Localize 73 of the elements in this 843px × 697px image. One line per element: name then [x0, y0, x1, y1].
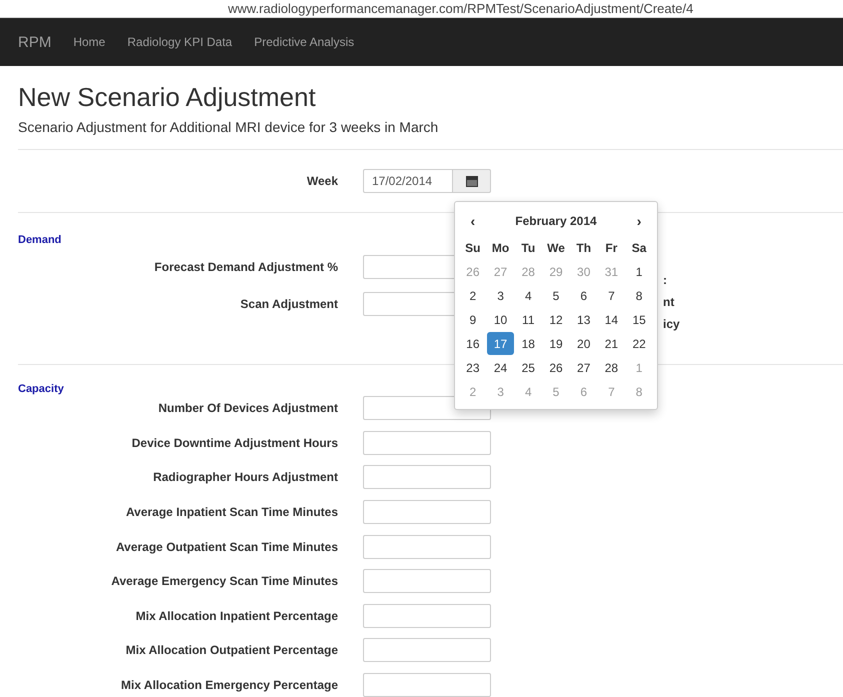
page-title: New Scenario Adjustment — [18, 82, 317, 113]
calendar-day[interactable]: 20 — [570, 332, 598, 355]
input-field[interactable] — [363, 534, 491, 559]
weekday-label: Su — [464, 240, 482, 256]
calendar-day[interactable]: 28 — [598, 356, 626, 379]
calendar-day[interactable]: 19 — [542, 332, 570, 355]
field-label: Average Inpatient Scan Time Minutes — [124, 505, 338, 520]
calendar-day[interactable]: 10 — [486, 308, 514, 331]
field-label: Device Downtime Adjustment Hours — [130, 436, 338, 450]
weekday-label: Mo — [490, 240, 510, 256]
weekday-label: We — [546, 240, 566, 256]
input-field[interactable] — [363, 638, 491, 662]
calendar-day[interactable]: 13 — [570, 308, 598, 331]
field-label: Forecast Demand Adjustment % — [153, 260, 338, 274]
calendar-day[interactable]: 4 — [514, 284, 542, 307]
page-subtitle: Scenario Adjustment for Additional MRI device for 3 weeks in March — [18, 119, 440, 135]
prev-month-button[interactable]: ‹ — [459, 208, 487, 234]
field-label: Scan Adjustment — [239, 296, 338, 310]
month-title: February 2014 — [514, 213, 598, 230]
partial-text: nt — [663, 295, 676, 309]
calendar-day[interactable]: 8 — [625, 284, 653, 307]
weekday-label: Th — [575, 240, 592, 256]
field-label: Average Outpatient Scan Time Minutes — [114, 540, 338, 554]
input-field[interactable] — [363, 673, 491, 697]
calendar-day[interactable]: 6 — [570, 284, 598, 307]
field-label: Week — [306, 174, 338, 188]
calendar-day[interactable]: 18 — [514, 332, 542, 355]
weekday-label: Fr — [604, 240, 618, 256]
calendar-day[interactable]: 26 — [542, 356, 570, 379]
input-field[interactable] — [363, 500, 491, 524]
calendar-day[interactable]: 12 — [542, 308, 570, 331]
calendar-day[interactable]: 21 — [598, 332, 626, 355]
section-title: Capacity — [18, 383, 64, 395]
weekday-label: Sa — [630, 240, 648, 256]
field-label: Mix Allocation Inpatient Percentage — [134, 608, 338, 623]
calendar-day[interactable]: 27 — [570, 356, 598, 379]
date-field[interactable]: 17/02/2014 — [363, 169, 453, 193]
calendar-day[interactable]: 9 — [459, 308, 487, 331]
calendar-icon — [466, 176, 478, 186]
calendar-day[interactable]: 25 — [514, 356, 542, 379]
calendar-day[interactable]: 14 — [598, 308, 626, 331]
calendar-day[interactable]: 17 — [486, 332, 514, 355]
input-field[interactable] — [363, 604, 491, 628]
calendar-day[interactable]: 2 — [459, 284, 487, 307]
calendar-day[interactable]: 15 — [625, 308, 653, 331]
field-label: Mix Allocation Emergency Percentage — [120, 678, 338, 692]
field-label: Mix Allocation Outpatient Percentage — [124, 643, 338, 658]
section-title: Demand — [18, 234, 62, 246]
calendar-day[interactable]: 23 — [459, 356, 487, 379]
next-month-button[interactable]: › — [625, 208, 653, 234]
input-field[interactable] — [363, 569, 491, 594]
calendar-day[interactable]: 5 — [542, 284, 570, 307]
nav-link[interactable]: Radiology KPI Data — [127, 35, 232, 49]
calendar-day[interactable]: 11 — [514, 308, 542, 331]
calendar-day[interactable]: 22 — [625, 332, 653, 355]
input-field[interactable] — [363, 430, 491, 455]
brand-link[interactable]: RPM — [18, 34, 52, 50]
field-label: Number Of Devices Adjustment — [157, 401, 338, 416]
calendar-day[interactable]: 7 — [598, 284, 626, 307]
partial-text: : — [663, 273, 668, 287]
input-field[interactable] — [363, 465, 491, 490]
calendar-day[interactable]: 1 — [625, 260, 653, 283]
url-text: www.radiologyperformancemanager.com/RPMTest/ScenarioAdjustment/Create/4 — [228, 1, 694, 16]
calendar-day[interactable]: 16 — [459, 332, 487, 355]
field-label: Radiographer Hours Adjustment — [152, 470, 338, 484]
calendar-button[interactable] — [453, 169, 491, 193]
nav-link[interactable]: Home — [73, 35, 106, 49]
calendar-day[interactable]: 3 — [486, 284, 514, 307]
calendar-day[interactable]: 24 — [486, 356, 514, 379]
weekday-label: Tu — [520, 240, 536, 256]
nav-link[interactable]: Predictive Analysis — [254, 35, 354, 49]
field-label: Average Emergency Scan Time Minutes — [110, 574, 338, 588]
partial-text: icy — [663, 317, 680, 331]
